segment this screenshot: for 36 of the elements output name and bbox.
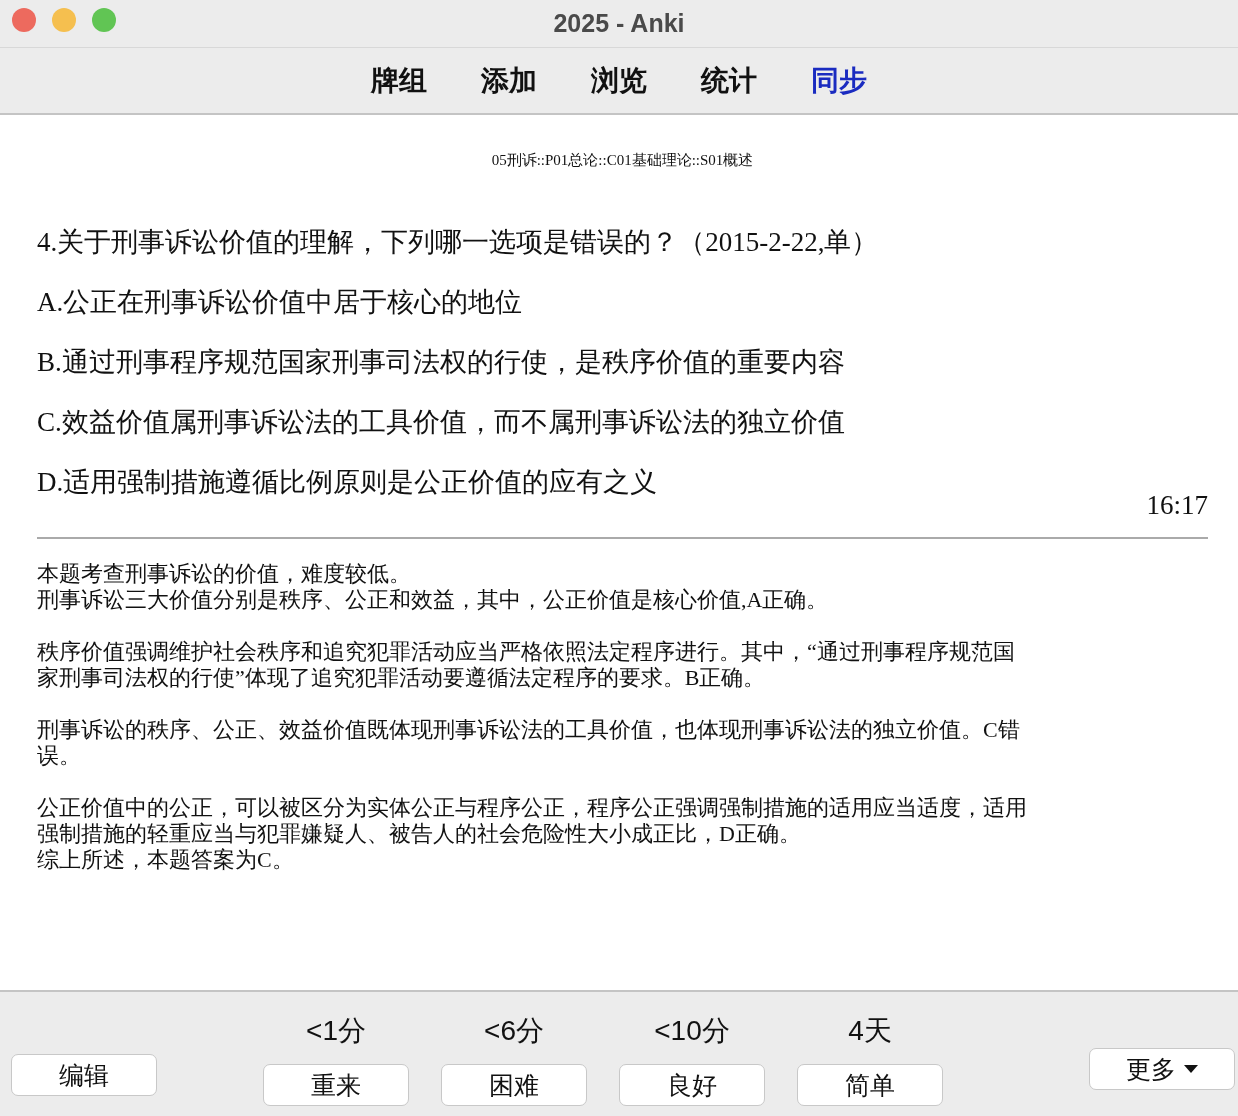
edit-button[interactable]: 编辑	[11, 1054, 157, 1096]
minimize-icon[interactable]	[52, 8, 76, 32]
timer-text: 16:17	[1146, 490, 1208, 521]
toolbar-link[interactable]: 添加	[481, 61, 537, 100]
answer-button[interactable]: 困难	[441, 1064, 587, 1106]
explanation-text: 强制措施的轻重应当与犯罪嫌疑人、被告人的社会危险性大小成正比，D正确。	[37, 821, 802, 847]
caret-icon	[1184, 1065, 1198, 1073]
toolbar-link[interactable]: 同步	[811, 61, 867, 100]
interval-text: <10分	[654, 1014, 730, 1048]
explanation-text: 本题考查刑事诉讼的价值，难度较低。	[37, 561, 412, 587]
toolbar-link[interactable]: 统计	[701, 61, 757, 100]
explanation-text: 刑事诉讼三大价值分别是秩序、公正和效益，其中，公正价值是核心价值,A正确。	[37, 587, 830, 613]
more-button[interactable]: 更多	[1089, 1048, 1235, 1090]
zoom-icon[interactable]	[92, 8, 116, 32]
answer-button[interactable]: 简单	[797, 1064, 943, 1106]
window-title: 2025 - Anki	[553, 9, 685, 38]
answer-button[interactable]: 重来	[263, 1064, 409, 1106]
explanation-text: 刑事诉讼的秩序、公正、效益价值既体现刑事诉讼法的工具价值，也体现刑事诉讼法的独立价值。C错	[37, 717, 1021, 743]
close-icon[interactable]	[12, 8, 36, 32]
explanation-text: 误。	[37, 743, 82, 769]
question-text: 4.关于刑事诉讼价值的理解，下列哪一选项是错误的？（2015-2-22,单）	[37, 227, 879, 257]
interval-text: <6分	[484, 1014, 544, 1048]
explanation-text: 公正价值中的公正，可以被区分为实体公正与程序公正，程序公正强调强制措施的适用应当适度，适用	[37, 795, 1028, 821]
interval-text: 4天	[848, 1014, 892, 1048]
toolbar-link[interactable]: 浏览	[591, 61, 647, 100]
option-text: D.适用强制措施遵循比例原则是公正价值的应有之义	[37, 467, 658, 497]
option-text: C.效益价值属刑事诉讼法的工具价值，而不属刑事诉讼法的独立价值	[37, 407, 845, 437]
interval-text: <1分	[306, 1014, 366, 1048]
explanation-text: 秩序价值强调维护社会秩序和追究犯罪活动应当严格依照法定程序进行。其中，“通过刑事程序规范国	[37, 639, 1016, 665]
option-text: B.通过刑事程序规范国家刑事司法权的行使，是秩序价值的重要内容	[37, 347, 845, 377]
explanation-text: 家刑事司法权的行使”体现了追究犯罪活动要遵循法定程序的要求。B正确。	[37, 665, 767, 691]
toolbar-link[interactable]: 牌组	[371, 61, 427, 100]
deck-path: 05刑诉::P01总论::C01基础理论::S01概述	[490, 151, 755, 170]
answer-button[interactable]: 良好	[619, 1064, 765, 1106]
explanation-text: 综上所述，本题答案为C。	[37, 847, 295, 873]
option-text: A.公正在刑事诉讼价值中居于核心的地位	[37, 287, 523, 317]
